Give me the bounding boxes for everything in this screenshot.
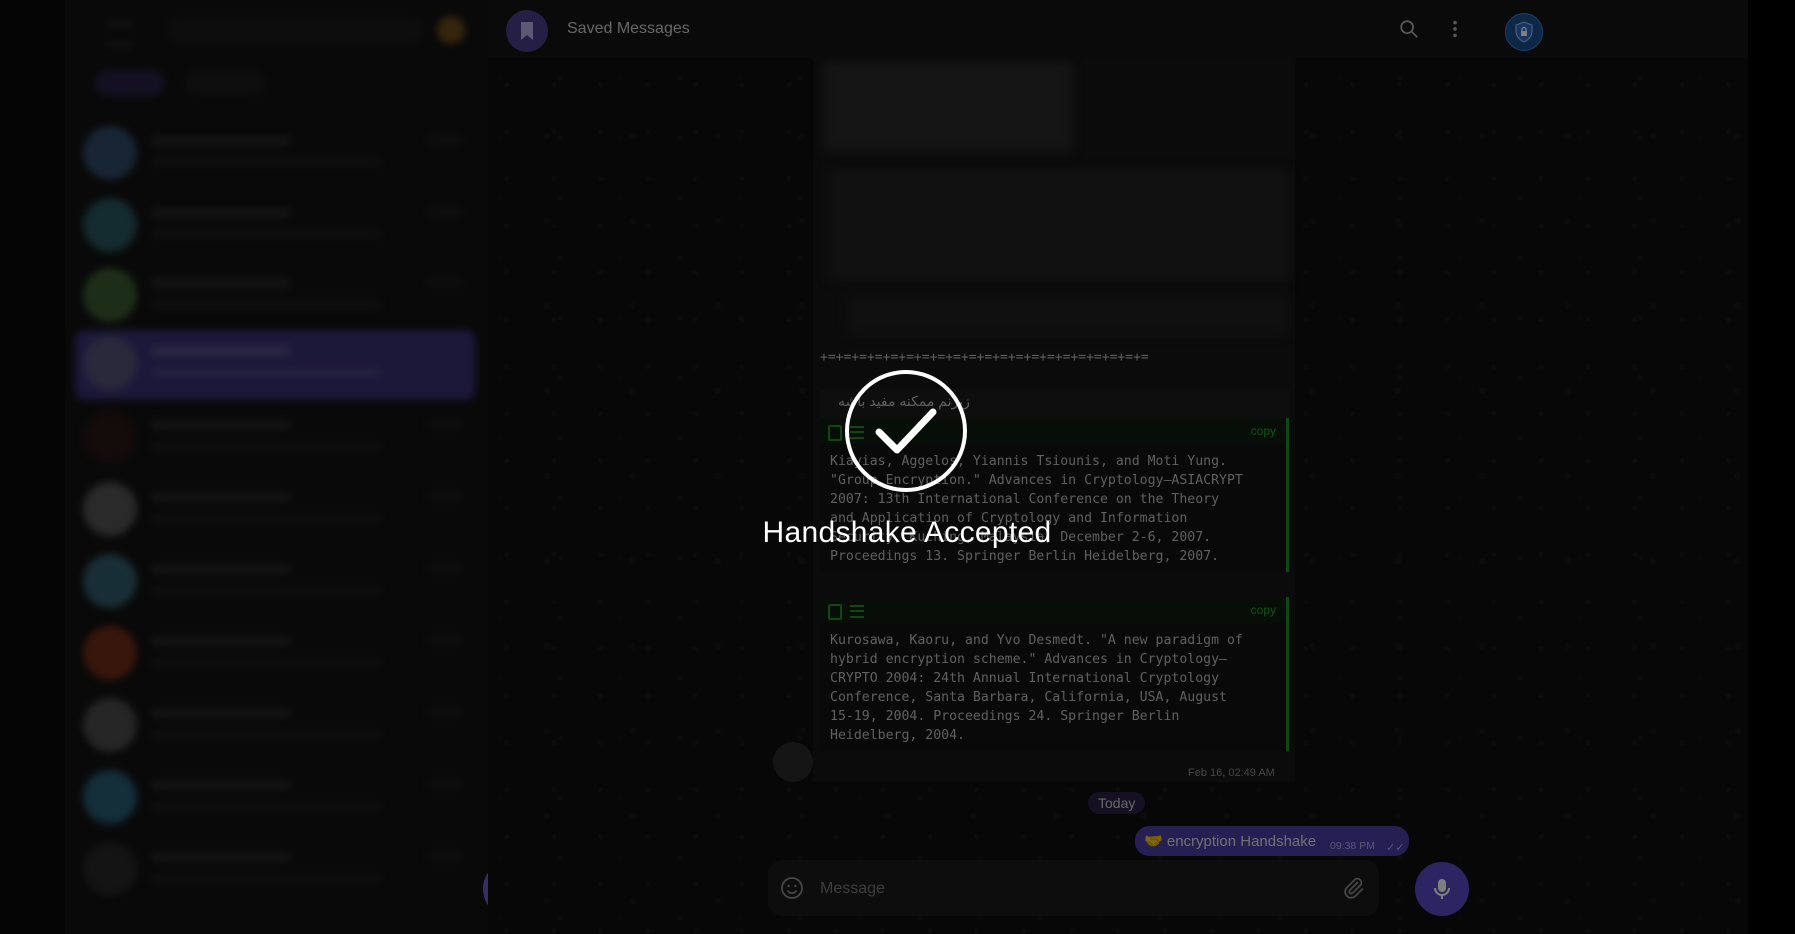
app-screen: Saved Messages +=+=+=+=+=+=+=+=+=+=+=+=+… bbox=[0, 0, 1795, 934]
popup-title: Handshake Accepted bbox=[762, 516, 1052, 549]
check-icon bbox=[845, 370, 967, 492]
